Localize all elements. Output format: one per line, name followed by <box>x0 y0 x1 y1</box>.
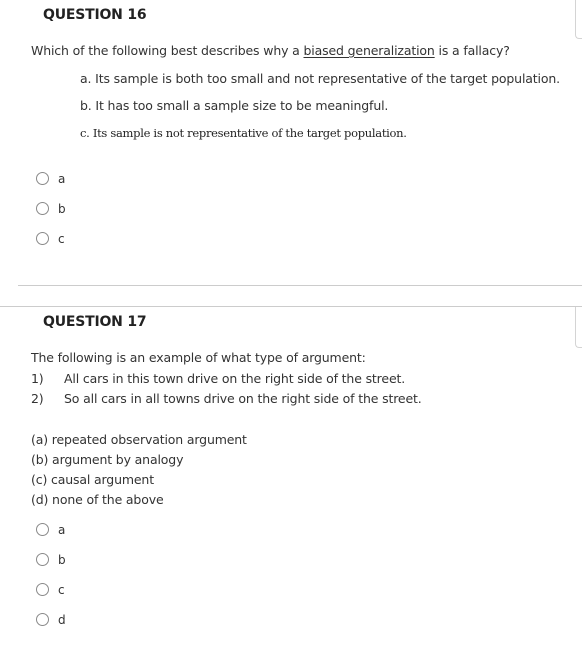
question-17-premise-1: 1) All cars in this town drive on the rig… <box>31 371 405 386</box>
option-label: c <box>58 231 65 246</box>
option-label: a <box>58 171 66 186</box>
premise-text: All cars in this town drive on the right… <box>64 371 406 386</box>
option-label: b <box>58 201 66 216</box>
question-16-title: QUESTION 16 <box>43 7 147 23</box>
option-label: b <box>58 552 66 567</box>
question-17-choice-c: (c) causal argument <box>31 472 154 487</box>
question-16-option-c[interactable]: c <box>36 232 65 245</box>
question-16-prompt-start: Which of the following best describes wh… <box>31 43 304 58</box>
question-17-option-c[interactable]: c <box>36 583 65 596</box>
question-17-option-b[interactable]: b <box>36 553 66 566</box>
question-17-choice-b: (b) argument by analogy <box>31 452 184 467</box>
question-16-statement-a: a. Its sample is both too small and not … <box>80 71 560 86</box>
radio-button-icon[interactable] <box>36 202 49 215</box>
option-label: c <box>58 582 65 597</box>
premise-number: 2) <box>31 391 44 406</box>
option-label: d <box>58 612 66 627</box>
question-17-option-d[interactable]: d <box>36 613 66 626</box>
question-16-prompt-term: biased generalization <box>303 43 435 58</box>
radio-button-icon[interactable] <box>36 553 49 566</box>
question-16-prompt: Which of the following best describes wh… <box>31 43 510 58</box>
radio-button-icon[interactable] <box>36 172 49 185</box>
question-17-choice-d: (d) none of the above <box>31 492 164 507</box>
question-17-prompt: The following is an example of what type… <box>31 350 366 365</box>
question-16-statement-b: b. It has too small a sample size to be … <box>80 98 389 113</box>
question-16-bottom-divider <box>18 285 582 286</box>
premise-text: So all cars in all towns drive on the ri… <box>64 391 422 406</box>
option-label: a <box>58 522 66 537</box>
question-17-premise-2: 2) So all cars in all towns drive on the … <box>31 391 422 406</box>
radio-button-icon[interactable] <box>36 232 49 245</box>
radio-button-icon[interactable] <box>36 613 49 626</box>
question-17-choice-a: (a) repeated observation argument <box>31 432 247 447</box>
radio-button-icon[interactable] <box>36 583 49 596</box>
question-17-title: QUESTION 17 <box>43 314 147 330</box>
question-16-frame-edge <box>575 0 582 39</box>
question-17-frame-edge <box>575 307 582 348</box>
radio-button-icon[interactable] <box>36 523 49 536</box>
question-16-prompt-end: is a fallacy? <box>434 43 510 58</box>
question-17-option-a[interactable]: a <box>36 523 65 536</box>
question-17-top-divider <box>0 306 582 307</box>
question-16-statement-c: c. Its sample is not representative of t… <box>80 126 407 140</box>
premise-number: 1) <box>31 371 44 386</box>
question-16-option-b[interactable]: b <box>36 202 66 215</box>
question-16-option-a[interactable]: a <box>36 172 65 185</box>
